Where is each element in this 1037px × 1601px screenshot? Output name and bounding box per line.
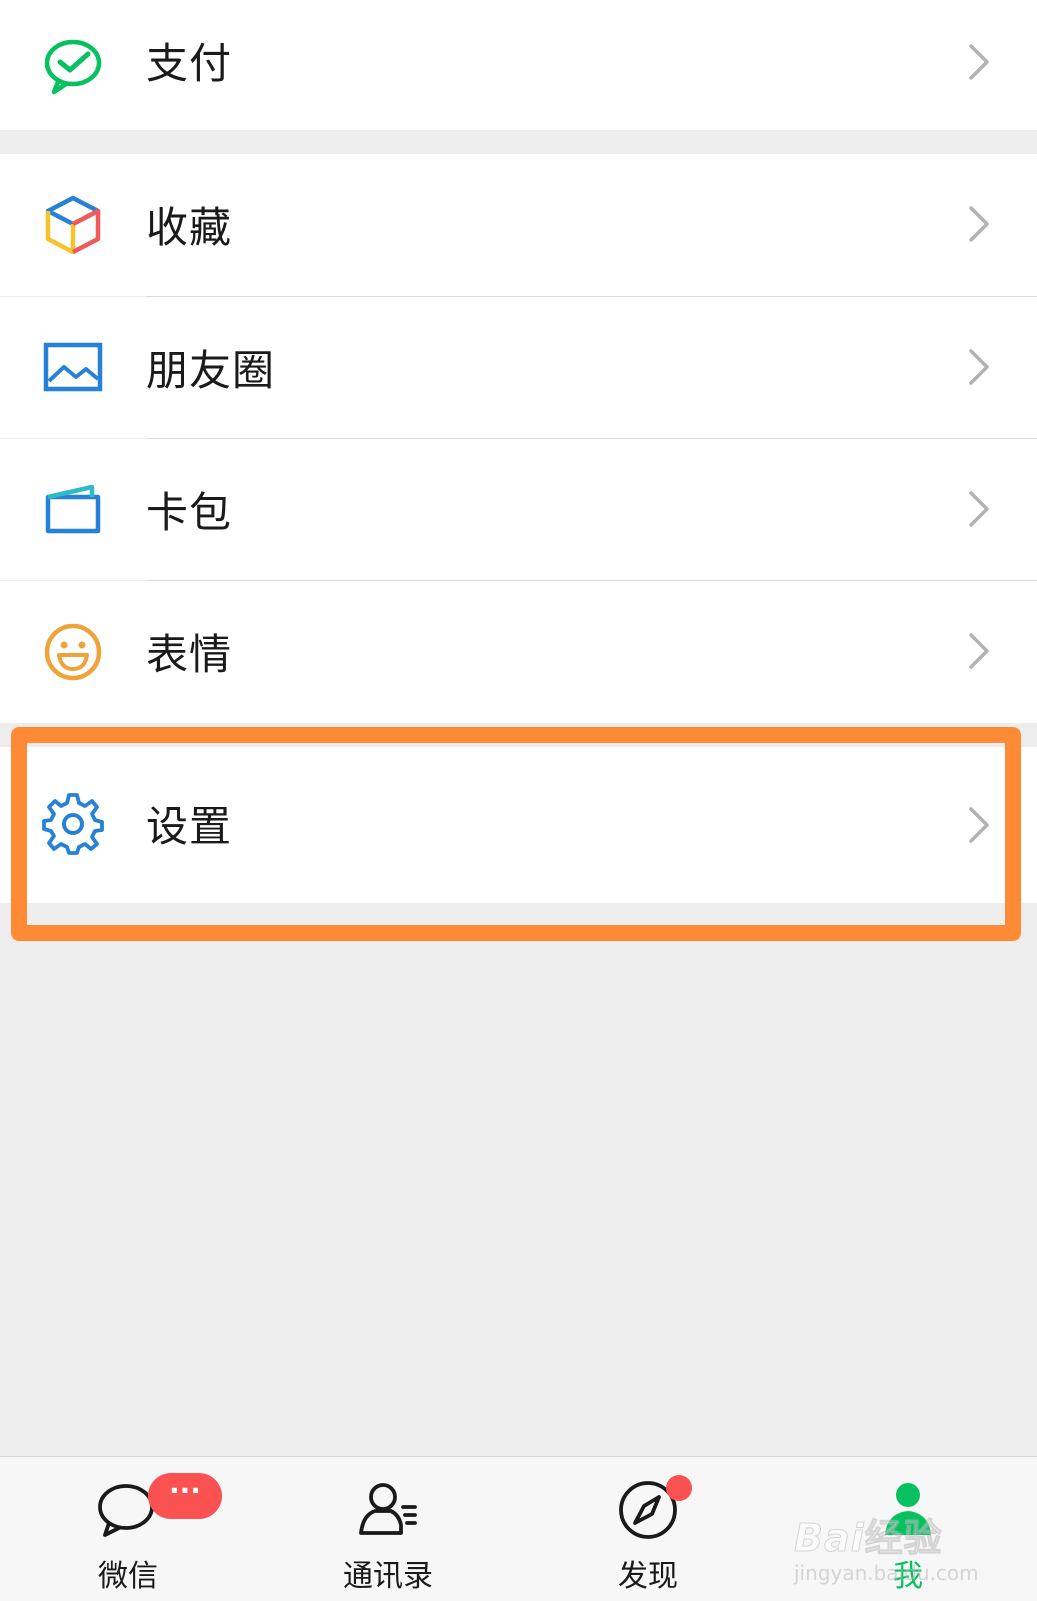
chevron-right-icon — [967, 347, 991, 387]
menu-item-favorites[interactable]: 收藏 — [0, 154, 1037, 296]
menu-item-label: 卡包 — [146, 488, 233, 537]
smiley-face-icon — [40, 619, 106, 685]
tab-discover[interactable]: 发现 — [548, 1457, 748, 1601]
watermark-brand: Bai经验 — [794, 1516, 943, 1561]
photo-album-icon — [40, 335, 106, 401]
chevron-right-icon — [967, 631, 991, 671]
tab-label: 微信 — [98, 1559, 158, 1594]
chevron-right-icon — [967, 489, 991, 529]
chevron-right-icon — [967, 204, 991, 244]
menu-item-stickers[interactable]: 表情 — [0, 581, 1037, 723]
menu-item-settings[interactable]: 设置 — [0, 747, 1037, 903]
menu-item-label: 支付 — [146, 39, 233, 88]
menu-item-label: 设置 — [146, 802, 233, 851]
section-gap — [0, 723, 1037, 747]
chevron-right-icon — [967, 805, 991, 845]
chevron-right-icon — [967, 42, 991, 82]
unread-badge: ··· — [148, 1473, 222, 1519]
tab-contacts[interactable]: 通讯录 — [288, 1457, 488, 1601]
tab-label: 通讯录 — [343, 1559, 433, 1594]
bottom-tab-bar: 微信 ··· 通讯录 发现 我 Bai经验 jingyan.baidu.com — [0, 1456, 1037, 1601]
baidu-jingyan-watermark: Bai经验 jingyan.baidu.com — [794, 1503, 994, 1593]
favorites-cube-icon — [40, 192, 106, 258]
contacts-icon — [355, 1477, 421, 1543]
wechat-pay-icon — [40, 32, 106, 98]
notification-dot — [666, 1475, 692, 1501]
section-gap — [0, 130, 1037, 154]
menu-item-cards[interactable]: 卡包 — [0, 439, 1037, 580]
watermark-url: jingyan.baidu.com — [794, 1561, 979, 1585]
menu-item-label: 收藏 — [146, 203, 233, 252]
menu-item-moments[interactable]: 朋友圈 — [0, 297, 1037, 438]
gear-icon — [40, 791, 106, 857]
card-wallet-icon — [40, 477, 106, 543]
menu-item-label: 表情 — [146, 630, 233, 679]
menu-item-pay[interactable]: 支付 — [0, 0, 1037, 130]
menu-item-label: 朋友圈 — [146, 346, 276, 395]
tab-label: 发现 — [618, 1559, 678, 1594]
